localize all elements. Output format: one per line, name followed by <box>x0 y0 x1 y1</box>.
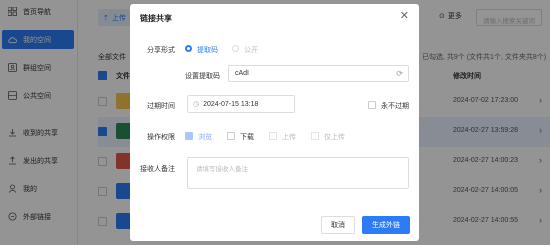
never-expire-checkbox[interactable] <box>368 101 376 109</box>
cancel-button[interactable]: 取消 <box>321 216 355 234</box>
dialog-title: 链接共享 <box>140 14 172 23</box>
perm-upload-only-checkbox <box>311 132 319 140</box>
refresh-icon[interactable]: ⟳ <box>396 69 403 78</box>
radio-extract-code[interactable] <box>185 45 192 52</box>
expire-time-label: 过期时间 <box>147 103 175 110</box>
extract-code-input[interactable]: cAdI ⟳ <box>228 65 409 82</box>
permission-label: 操作权限 <box>147 134 175 141</box>
perm-upload-checkbox <box>269 132 277 140</box>
perm-download-label[interactable]: 下载 <box>240 132 254 142</box>
clock-icon: ◷ <box>193 101 200 108</box>
perm-view-checkbox <box>185 132 193 140</box>
set-code-label: 设置提取码 <box>185 73 220 80</box>
expire-date-picker[interactable]: ◷ 2024-07-15 13:18 <box>187 95 295 113</box>
perm-download-checkbox[interactable] <box>227 132 235 140</box>
never-expire-label[interactable]: 永不过期 <box>381 101 409 111</box>
receiver-note-label: 接收人备注 <box>140 166 175 173</box>
radio-public-label[interactable]: 公开 <box>244 45 258 55</box>
share-link-dialog: 链接共享 ✕ 分享形式 提取码 公开 设置提取码 cAdI ⟳ 过期时间 ◷ 2… <box>130 4 419 241</box>
radio-public[interactable] <box>232 45 239 52</box>
receiver-note-textarea[interactable]: 请填写接收人备注 <box>187 157 409 189</box>
close-icon[interactable]: ✕ <box>400 11 409 22</box>
share-form-label: 分享形式 <box>147 47 175 54</box>
perm-upload-only-label: 仅上传 <box>324 134 345 141</box>
generate-link-button[interactable]: 生成外链 <box>362 216 410 234</box>
perm-upload-label: 上传 <box>282 134 296 141</box>
perm-view-label: 浏览 <box>198 134 212 141</box>
radio-extract-code-label[interactable]: 提取码 <box>197 45 218 55</box>
